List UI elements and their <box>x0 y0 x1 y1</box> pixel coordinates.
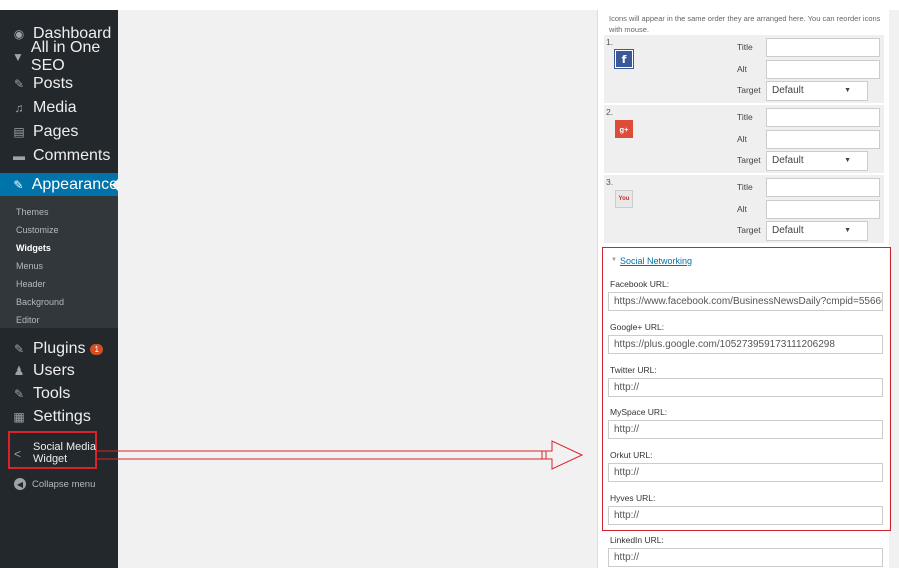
sidebar-item-label: All in One SEO <box>30 39 101 74</box>
myspace-url-label: MySpace URL: <box>610 407 668 417</box>
sidebar-item-comments[interactable]: ▬ Comments <box>0 144 118 168</box>
target-select-value: Default <box>772 225 804 236</box>
youtube-icon: You <box>615 190 633 208</box>
sidebar-item-all-in-one-seo[interactable]: ▼ All in One SEO <box>0 39 118 74</box>
sidebar-item-label: Posts <box>33 75 74 92</box>
alt-label: Alt <box>737 64 747 74</box>
google-plus-url-input[interactable]: https://plus.google.com/1052739591731112… <box>608 335 883 354</box>
row-number: 1. <box>606 37 614 47</box>
sidebar-item-label: Tools <box>33 385 71 402</box>
dropdown-caret-icon: ▼ <box>844 227 851 234</box>
target-select[interactable]: Default ▼ <box>766 81 868 101</box>
target-select-value: Default <box>772 85 804 96</box>
settings-icon: ▦ <box>13 410 25 424</box>
dropdown-caret-icon: ▼ <box>844 87 851 94</box>
facebook-url-label: Facebook URL: <box>610 279 670 289</box>
collapse-label: Collapse menu <box>32 478 96 490</box>
collapse-menu-button[interactable]: ◀ Collapse menu <box>14 478 95 490</box>
linkedin-url-label: LinkedIn URL: <box>610 535 664 545</box>
title-label: Title <box>737 42 753 52</box>
top-strip <box>0 0 899 10</box>
seo-icon: ▼ <box>12 50 24 64</box>
google-plus-url-label: Google+ URL: <box>610 322 665 332</box>
target-label: Target <box>737 155 761 165</box>
alt-input[interactable] <box>766 60 880 79</box>
submenu-item-widgets[interactable]: Widgets <box>16 243 51 253</box>
target-label: Target <box>737 85 761 95</box>
title-label: Title <box>737 112 753 122</box>
social-widget-label-line2: Widget <box>33 453 68 465</box>
orkut-url-input[interactable]: http:// <box>608 463 883 482</box>
sidebar-item-pages[interactable]: ▤ Pages <box>0 120 118 144</box>
users-icon: ♟ <box>13 364 25 378</box>
collapse-arrow-icon: ▼ <box>611 257 617 263</box>
sidebar-item-label: Appearance <box>31 176 118 193</box>
myspace-url-input[interactable]: http:// <box>608 420 883 439</box>
hyves-url-input[interactable]: http:// <box>608 506 883 525</box>
tools-icon: ✎ <box>13 387 25 401</box>
alt-label: Alt <box>737 134 747 144</box>
collapse-icon: ◀ <box>14 478 26 490</box>
google-plus-icon: g+ <box>615 120 633 138</box>
sidebar-item-settings[interactable]: ▦ Settings <box>0 405 118 429</box>
orkut-url-label: Orkut URL: <box>610 450 653 460</box>
sidebar-item-label: Comments <box>33 147 111 164</box>
sidebar-item-plugins[interactable]: ✎ Plugins 1 <box>0 337 118 361</box>
target-select[interactable]: Default ▼ <box>766 221 868 241</box>
sidebar-item-tools[interactable]: ✎ Tools <box>0 382 118 406</box>
dashboard-icon: ◉ <box>13 27 25 41</box>
sidebar-item-social-media-widget[interactable]: Social Media Widget <box>33 441 96 465</box>
submenu-item-background[interactable]: Background <box>16 297 64 307</box>
sidebar-item-label: Users <box>33 362 75 379</box>
alt-input[interactable] <box>766 200 880 219</box>
share-icon: < <box>14 447 22 461</box>
target-select-value: Default <box>772 155 804 166</box>
alt-label: Alt <box>737 204 747 214</box>
submenu-item-menus[interactable]: Menus <box>16 261 43 271</box>
title-label: Title <box>737 182 753 192</box>
twitter-url-label: Twitter URL: <box>610 365 657 375</box>
title-input[interactable] <box>766 178 880 197</box>
submenu-item-customize[interactable]: Customize <box>16 225 59 235</box>
appearance-icon: ✎ <box>13 178 24 192</box>
pages-icon: ▤ <box>13 125 25 139</box>
submenu-item-editor[interactable]: Editor <box>16 315 40 325</box>
linkedin-url-input[interactable]: http:// <box>608 548 883 567</box>
target-select[interactable]: Default ▼ <box>766 151 868 171</box>
social-networking-toggle[interactable]: Social Networking <box>620 256 692 266</box>
title-input[interactable] <box>766 108 880 127</box>
submenu-item-themes[interactable]: Themes <box>16 207 49 217</box>
alt-input[interactable] <box>766 130 880 149</box>
comments-icon: ▬ <box>13 149 25 163</box>
media-icon: ♫ <box>14 101 24 115</box>
dropdown-caret-icon: ▼ <box>844 157 851 164</box>
target-label: Target <box>737 225 761 235</box>
submenu-item-header[interactable]: Header <box>16 279 46 289</box>
sidebar-item-posts[interactable]: ✎ Posts <box>0 72 118 96</box>
pointer-arrow <box>96 440 584 470</box>
sidebar-item-label: Media <box>33 99 77 116</box>
sidebar-item-label: Plugins <box>33 340 86 357</box>
sidebar-item-label: Pages <box>33 123 79 140</box>
update-count-badge: 1 <box>90 343 103 355</box>
pushpin-icon: ✎ <box>13 77 25 91</box>
facebook-icon: f <box>614 49 634 69</box>
sidebar-item-appearance[interactable]: ✎ Appearance <box>0 173 118 197</box>
sidebar-item-label: Settings <box>33 408 91 425</box>
social-widget-label-line1: Social Media <box>33 441 96 453</box>
row-number: 3. <box>606 177 614 187</box>
sidebar-item-users[interactable]: ♟ Users <box>0 359 118 383</box>
hyves-url-label: Hyves URL: <box>610 493 656 503</box>
icons-order-note: Icons will appear in the same order they… <box>609 14 881 34</box>
sidebar-item-media[interactable]: ♫ Media <box>0 96 118 120</box>
title-input[interactable] <box>766 38 880 57</box>
row-number: 2. <box>606 107 614 117</box>
twitter-url-input[interactable]: http:// <box>608 378 883 397</box>
facebook-url-input[interactable]: https://www.facebook.com/BusinessNewsDai… <box>608 292 883 311</box>
plugins-icon: ✎ <box>13 342 25 356</box>
